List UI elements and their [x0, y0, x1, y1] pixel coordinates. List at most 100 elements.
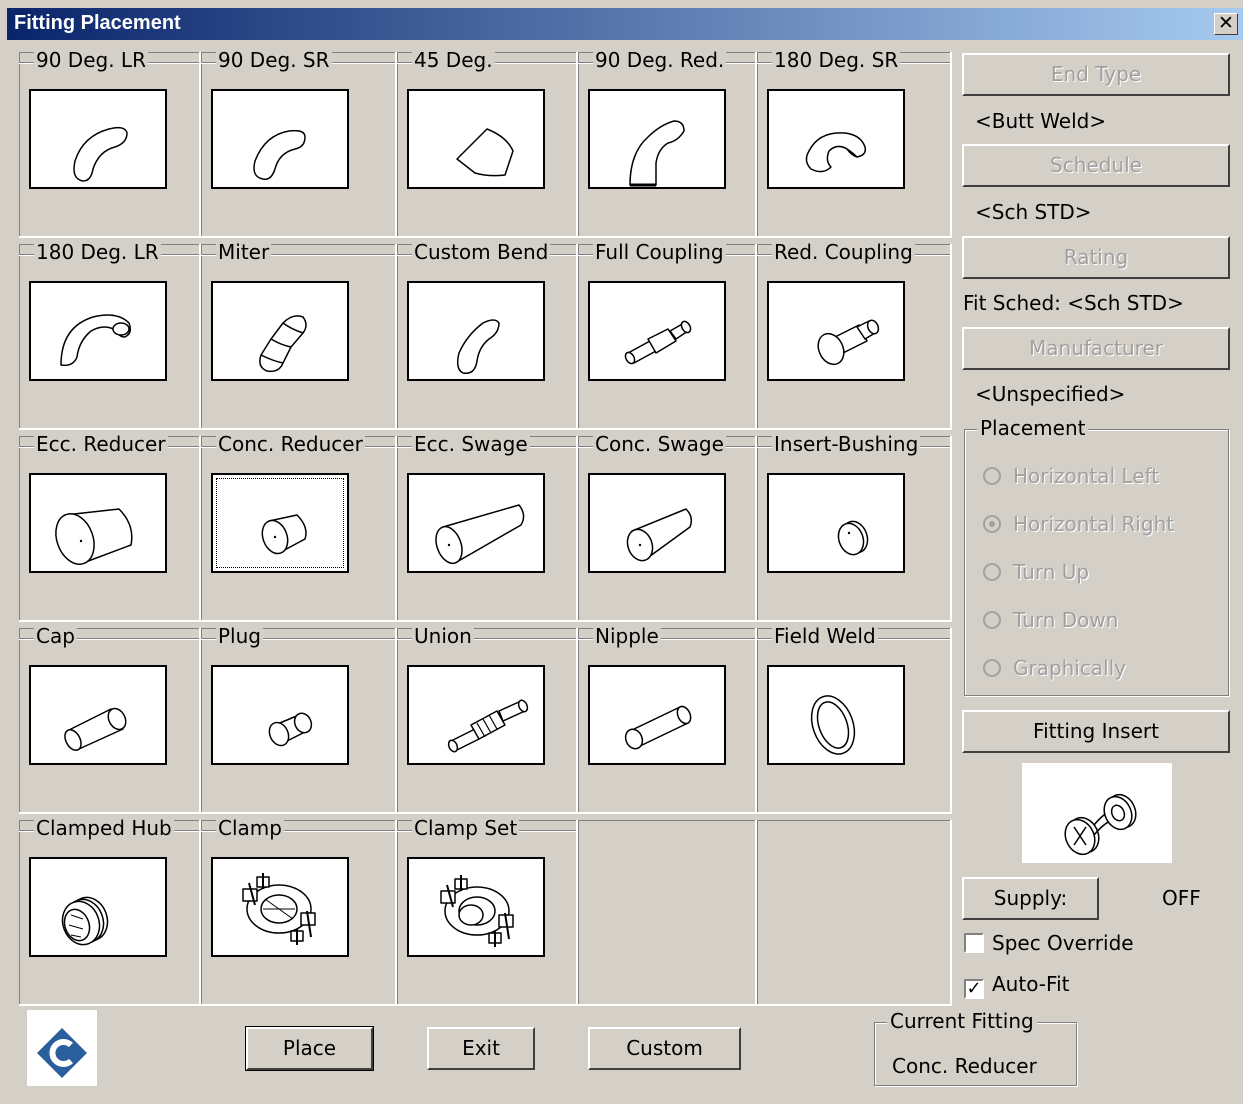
fitting-button[interactable] — [211, 665, 349, 765]
fitting-label: Conc. Swage — [593, 432, 726, 456]
fitting-button[interactable] — [588, 473, 726, 573]
fitting-cell[interactable]: Red. Coupling — [757, 241, 952, 430]
end-type-value: <Butt Weld> — [975, 109, 1107, 133]
fitting-label: Insert-Bushing — [772, 432, 921, 456]
fitting-cell[interactable]: Cap — [19, 624, 201, 814]
fitting-cell[interactable]: Ecc. Reducer — [19, 432, 201, 622]
rating-button[interactable]: Rating — [962, 236, 1230, 279]
fitting-button[interactable] — [767, 665, 905, 765]
fitting-cell[interactable]: 180 Deg. SR — [757, 48, 952, 238]
place-button[interactable]: Place — [245, 1026, 374, 1071]
auto-fit-checkbox[interactable]: ✓ Auto-Fit — [964, 972, 1069, 999]
fitting-cell[interactable]: Conc. Swage — [578, 432, 757, 622]
fit-sched-text: Fit Sched: <Sch STD> — [963, 291, 1184, 315]
current-fitting-value: Conc. Reducer — [892, 1054, 1037, 1078]
fitting-button[interactable] — [407, 857, 545, 957]
fitting-cell[interactable]: Custom Bend — [397, 240, 578, 430]
current-fitting-label: Current Fitting — [887, 1009, 1037, 1033]
fitting-label: 90 Deg. LR — [34, 48, 148, 72]
spec-override-label: Spec Override — [992, 931, 1134, 955]
placement-group: Placement Horizontal Left Horizontal Rig… — [964, 416, 1229, 696]
empty-cell — [578, 820, 757, 1006]
manufacturer-button[interactable]: Manufacturer — [962, 327, 1230, 370]
fitting-button[interactable] — [211, 857, 349, 957]
fitting-button[interactable] — [588, 281, 726, 381]
fitting-cell[interactable]: 180 Deg. LR — [19, 240, 201, 430]
fitting-cell[interactable]: Full Coupling — [578, 240, 757, 430]
schedule-button[interactable]: Schedule — [962, 144, 1230, 187]
fitting-cell[interactable]: Miter — [201, 240, 397, 430]
fitting-button[interactable] — [211, 473, 349, 573]
fitting-button[interactable] — [211, 281, 349, 381]
fitting-label: 90 Deg. Red. — [593, 48, 727, 72]
radio-horizontal-left[interactable]: Horizontal Left — [983, 464, 1159, 488]
end-type-button[interactable]: End Type — [962, 53, 1230, 96]
exit-button[interactable]: Exit — [427, 1027, 535, 1070]
fitting-insert-preview-icon — [1022, 763, 1172, 863]
fitting-button[interactable] — [29, 857, 167, 957]
fitting-cell[interactable]: Ecc. Swage — [397, 433, 578, 622]
fitting-cell[interactable]: Conc. Reducer — [201, 432, 397, 622]
supply-value: OFF — [1162, 886, 1201, 910]
fitting-label: Nipple — [593, 624, 661, 648]
fitting-label: Clamp — [216, 816, 284, 840]
fitting-label: Clamped Hub — [34, 816, 174, 840]
app-logo-icon — [27, 1010, 97, 1086]
fitting-button[interactable] — [407, 665, 545, 765]
custom-button[interactable]: Custom — [588, 1027, 741, 1070]
fitting-insert-button[interactable]: Fitting Insert — [962, 710, 1230, 753]
close-button[interactable]: ✕ — [1214, 13, 1238, 35]
fitting-button[interactable] — [29, 281, 167, 381]
manufacturer-value: <Unspecified> — [975, 382, 1126, 406]
fitting-label: Custom Bend — [412, 240, 551, 264]
fitting-cell[interactable]: Clamp Set — [397, 817, 578, 1006]
fitting-label: 45 Deg. — [412, 48, 495, 72]
radio-label: Graphically — [1013, 656, 1127, 680]
title-bar[interactable]: Fitting Placement ✕ — [7, 8, 1243, 40]
spec-override-checkbox[interactable]: Spec Override — [964, 931, 1134, 955]
current-fitting-group: Current Fitting Conc. Reducer — [874, 1009, 1077, 1086]
fitting-cell[interactable]: 45 Deg. — [397, 48, 578, 238]
fitting-cell[interactable]: 90 Deg. LR — [19, 48, 201, 238]
fitting-button[interactable] — [767, 281, 905, 381]
radio-turn-down[interactable]: Turn Down — [983, 608, 1118, 632]
fitting-cell[interactable]: Clamp — [201, 816, 397, 1006]
fitting-placement-dialog: Fitting Placement ✕ 90 Deg. LR 90 Deg. SR… — [0, 0, 1243, 1104]
fitting-button[interactable] — [407, 473, 545, 573]
fitting-label: Full Coupling — [593, 240, 726, 264]
radio-dot-icon — [983, 611, 1001, 629]
radio-dot-selected-icon — [983, 515, 1001, 533]
fitting-label: Ecc. Reducer — [34, 432, 168, 456]
fitting-cell[interactable]: 90 Deg. Red. — [578, 48, 757, 238]
fitting-label: Miter — [216, 240, 272, 264]
fitting-label: Conc. Reducer — [216, 432, 365, 456]
fitting-button[interactable] — [211, 89, 349, 189]
fitting-cell[interactable]: Field Weld — [757, 625, 952, 814]
fitting-button[interactable] — [29, 89, 167, 189]
radio-label: Horizontal Left — [1013, 464, 1160, 488]
fitting-cell[interactable]: 90 Deg. SR — [201, 49, 397, 238]
fitting-button[interactable] — [588, 665, 726, 765]
fitting-button[interactable] — [767, 473, 905, 573]
fitting-button[interactable] — [29, 473, 167, 573]
fitting-label: 180 Deg. LR — [34, 240, 161, 264]
supply-button[interactable]: Supply: — [962, 877, 1099, 920]
fitting-button[interactable] — [767, 89, 905, 189]
fitting-cell[interactable]: Nipple — [578, 624, 757, 814]
fitting-button[interactable] — [29, 665, 167, 765]
fitting-cell[interactable]: Insert-Bushing — [757, 432, 952, 622]
fitting-button[interactable] — [407, 281, 545, 381]
checkmark-icon: ✓ — [964, 979, 984, 999]
fitting-cell[interactable]: Union — [397, 625, 578, 814]
radio-turn-up[interactable]: Turn Up — [983, 560, 1089, 584]
checkbox-box — [964, 933, 984, 953]
fitting-button[interactable] — [588, 89, 726, 189]
fitting-cell[interactable]: Clamped Hub — [19, 816, 201, 1006]
radio-horizontal-right[interactable]: Horizontal Right — [983, 512, 1174, 536]
radio-dot-icon — [983, 467, 1001, 485]
radio-graphically[interactable]: Graphically — [983, 656, 1126, 680]
fitting-label: Cap — [34, 624, 77, 648]
fitting-button[interactable] — [407, 89, 545, 189]
fitting-label: 180 Deg. SR — [772, 48, 901, 72]
fitting-cell[interactable]: Plug — [201, 625, 397, 814]
